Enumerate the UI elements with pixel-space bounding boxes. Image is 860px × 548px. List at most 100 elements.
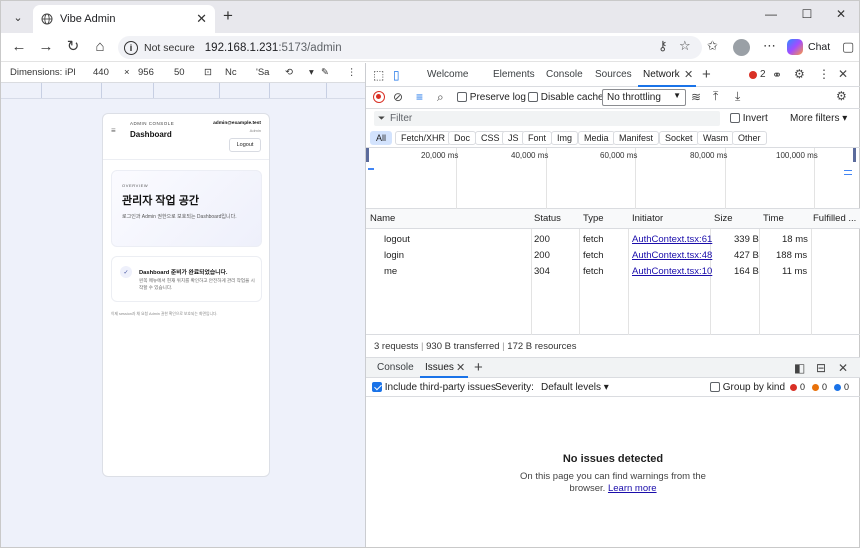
filter-fetch-xhr[interactable]: Fetch/XHR xyxy=(395,131,452,145)
width-input[interactable]: 440 xyxy=(93,67,109,78)
filter-doc[interactable]: Doc xyxy=(448,131,477,145)
tab-welcome[interactable]: Welcome xyxy=(427,69,469,80)
drawer-toggle-icon[interactable]: ⊟ xyxy=(816,361,826,375)
devtools-menu-icon[interactable]: ⋮ xyxy=(818,67,830,81)
col-fulfilled[interactable]: Fulfilled ... xyxy=(813,213,856,224)
search-icon[interactable]: ⌕ xyxy=(437,90,444,105)
filter-socket[interactable]: Socket xyxy=(659,131,699,145)
clear-icon[interactable]: ⊘ xyxy=(393,90,403,104)
screenshot-icon[interactable]: ⊡ xyxy=(204,67,212,78)
tab-console[interactable]: Console xyxy=(546,69,583,80)
timeline-overview-handle-right[interactable] xyxy=(853,148,856,162)
network-settings-icon[interactable]: ⚙ xyxy=(836,89,847,103)
tab-elements[interactable]: Elements xyxy=(493,69,535,80)
browser-tab[interactable]: Vibe Admin ✕ xyxy=(33,5,215,33)
home-icon[interactable]: ⌂ xyxy=(90,38,110,56)
menu-icon[interactable]: ≡ xyxy=(111,126,116,135)
more-icon[interactable]: ⋯ xyxy=(763,38,776,54)
zoom-select[interactable]: 50 xyxy=(174,67,185,78)
invert-checkbox[interactable]: Invert xyxy=(730,113,768,124)
pen-icon[interactable]: ✎ xyxy=(321,67,329,78)
tab-network[interactable]: Network xyxy=(643,69,680,80)
profile-avatar[interactable] xyxy=(733,39,750,56)
table-row[interactable]: login 200 fetch AuthContext.tsx:48 427 B… xyxy=(366,246,860,262)
copilot-chat-button[interactable]: Chat xyxy=(787,39,830,55)
more-filters-button[interactable]: More filters ▾ xyxy=(790,113,847,124)
height-input[interactable]: 956 xyxy=(138,67,154,78)
network-timeline[interactable]: 20,000 ms 40,000 ms 60,000 ms 80,000 ms … xyxy=(366,148,860,209)
close-devtools-icon[interactable]: ✕ xyxy=(838,67,848,81)
tab-search-chevron-icon[interactable]: ⌄ xyxy=(7,7,29,27)
export-har-icon[interactable]: ⤓ xyxy=(735,89,740,104)
throttle-select[interactable]: Nc xyxy=(225,67,237,78)
tab-sources[interactable]: Sources xyxy=(595,69,632,80)
close-network-tab-icon[interactable]: ✕ xyxy=(684,68,693,81)
info-icon[interactable]: i xyxy=(124,40,138,55)
col-status[interactable]: Status xyxy=(534,213,561,224)
learn-more-link[interactable]: Learn more xyxy=(608,483,657,494)
request-initiator-link[interactable]: AuthContext.tsx:10 xyxy=(632,266,712,277)
address-bar[interactable]: i Not secure 192.168.1.231:5173/admin xyxy=(118,36,702,59)
key-icon[interactable]: ⚷ xyxy=(658,38,668,54)
request-initiator-link[interactable]: AuthContext.tsx:61 xyxy=(632,234,712,245)
mode-select[interactable]: 'Sa xyxy=(256,67,269,78)
network-conditions-icon[interactable]: ≋ xyxy=(691,90,701,104)
filter-media[interactable]: Media xyxy=(578,131,615,145)
import-har-icon[interactable]: ⤒ xyxy=(713,89,718,104)
drawer-tab-issues[interactable]: Issues xyxy=(425,362,454,373)
dropdown-icon[interactable]: ▾ xyxy=(309,67,314,78)
logout-button[interactable]: Logout xyxy=(229,138,261,152)
inspect-icon[interactable]: ⬚ xyxy=(373,68,384,82)
dock-drawer-icon[interactable]: ◧ xyxy=(794,361,805,375)
filter-css[interactable]: CSS xyxy=(475,131,506,145)
device-more-icon[interactable]: ⋮ xyxy=(347,67,357,78)
throttling-select[interactable]: No throttling ▼ xyxy=(602,89,686,106)
col-time[interactable]: Time xyxy=(763,213,784,224)
bookmark-star-icon[interactable]: ☆ xyxy=(679,38,691,54)
favorites-icon[interactable]: ✩ xyxy=(707,38,718,54)
filter-input[interactable]: ⏷ Filter xyxy=(374,111,720,126)
drawer-tab-console[interactable]: Console xyxy=(377,362,414,373)
filter-wasm[interactable]: Wasm xyxy=(697,131,735,145)
minimize-icon[interactable]: — xyxy=(761,7,781,21)
drawer-add-tab-icon[interactable]: + xyxy=(474,359,483,376)
add-tab-icon[interactable]: + xyxy=(702,66,711,83)
connection-icon[interactable]: ⚭ xyxy=(772,68,782,82)
error-badge[interactable]: 2 xyxy=(749,69,766,80)
col-size[interactable]: Size xyxy=(714,213,732,224)
device-toggle-icon[interactable]: ▯ xyxy=(393,68,400,82)
settings-gear-icon[interactable]: ⚙ xyxy=(794,67,805,81)
back-icon[interactable]: ← xyxy=(9,38,29,56)
filter-img[interactable]: Img xyxy=(551,131,579,145)
table-row[interactable]: logout 200 fetch AuthContext.tsx:61 339 … xyxy=(366,230,860,246)
severity-select[interactable]: Default levels ▾ xyxy=(541,382,609,393)
timeline-overview-handle-left[interactable] xyxy=(366,148,369,162)
third-party-checkbox[interactable]: Include third-party issues xyxy=(372,382,496,393)
preserve-log-checkbox[interactable]: Preserve log xyxy=(457,92,526,103)
rotate-icon[interactable]: ⟲ xyxy=(285,67,293,78)
disable-cache-checkbox[interactable]: Disable cache xyxy=(528,92,604,103)
col-type[interactable]: Type xyxy=(583,213,604,224)
close-issues-tab-icon[interactable]: ✕ xyxy=(456,361,465,374)
col-initiator[interactable]: Initiator xyxy=(632,213,663,224)
close-drawer-icon[interactable]: ✕ xyxy=(838,361,848,375)
maximize-icon[interactable]: ☐ xyxy=(797,7,817,21)
group-by-kind-checkbox[interactable]: Group by kind xyxy=(710,382,785,393)
col-name[interactable]: Name xyxy=(370,213,395,224)
table-row[interactable]: me 304 fetch AuthContext.tsx:10 164 B 11… xyxy=(366,262,860,278)
issue-counts[interactable]: 0 0 0 xyxy=(790,382,849,392)
device-select[interactable]: iPl xyxy=(65,67,76,78)
close-tab-icon[interactable]: ✕ xyxy=(196,11,207,27)
record-icon[interactable] xyxy=(373,91,385,103)
reload-icon[interactable]: ↻ xyxy=(63,38,83,56)
filter-all[interactable]: All xyxy=(370,131,393,145)
filter-toggle-icon[interactable]: ≡ xyxy=(416,90,423,104)
close-window-icon[interactable]: ✕ xyxy=(831,7,851,21)
new-tab-icon[interactable]: + xyxy=(223,7,233,25)
request-initiator-link[interactable]: AuthContext.tsx:48 xyxy=(632,250,712,261)
filter-other[interactable]: Other xyxy=(732,131,767,145)
sidebar-toggle-icon[interactable]: ▢ xyxy=(842,39,854,55)
filter-font[interactable]: Font xyxy=(522,131,553,145)
forward-icon[interactable]: → xyxy=(36,38,56,56)
filter-manifest[interactable]: Manifest xyxy=(613,131,660,145)
